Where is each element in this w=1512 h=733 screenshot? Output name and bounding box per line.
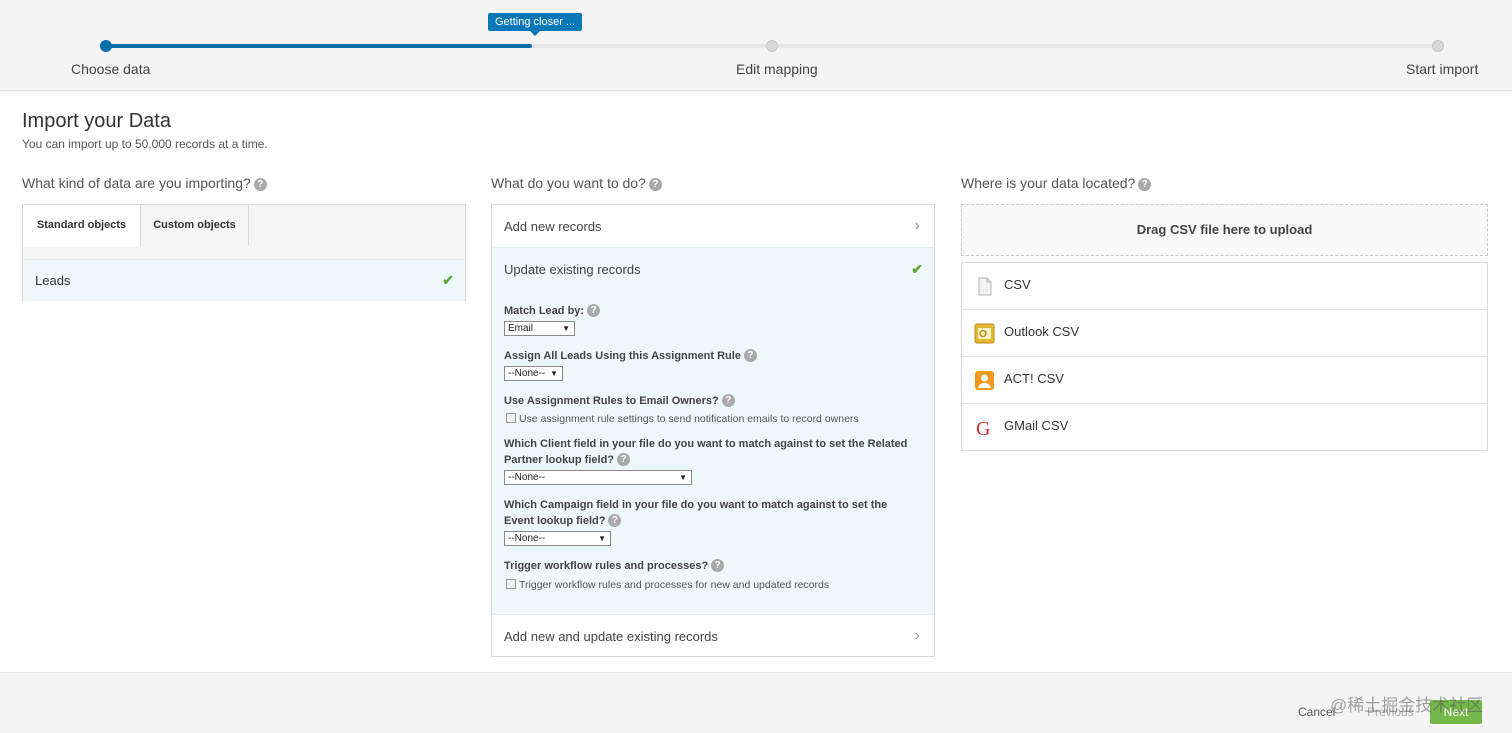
action-panel: Add new records › Update existing record… <box>491 204 935 657</box>
svg-text:G: G <box>976 418 990 438</box>
match-lead-label: Match Lead by:? <box>504 303 601 319</box>
dropdown-arrow-icon: ▼ <box>550 369 558 378</box>
gmail-icon: G <box>974 417 995 440</box>
source-item-csv[interactable]: CSV <box>962 263 1487 310</box>
workflow-option: Trigger workflow rules and processes for… <box>506 579 829 591</box>
option-label: Update existing records <box>504 262 641 277</box>
email-owners-checkbox-label: Use assignment rule settings to send not… <box>519 413 859 425</box>
source-item-label: ACT! CSV <box>1004 371 1064 386</box>
campaign-field-label-text: Which Campaign field in your file do you… <box>504 499 888 527</box>
step-dot-start-import <box>1432 40 1444 52</box>
chevron-right-icon: › <box>914 627 920 644</box>
progress-header: Getting closer ... Choose data Edit mapp… <box>0 0 1512 91</box>
source-heading: Where is your data located?? <box>961 175 1152 191</box>
campaign-field-select[interactable]: --None-- ▼ <box>504 531 611 546</box>
source-heading-text: Where is your data located? <box>961 175 1136 191</box>
source-list: CSV Outlook CSV ACT! CSV G GMail CSV <box>961 262 1488 451</box>
step-dot-choose-data <box>100 40 112 52</box>
progress-tooltip: Getting closer ... <box>488 13 583 36</box>
help-icon[interactable]: ? <box>743 349 757 362</box>
email-owners-checkbox[interactable] <box>506 413 516 423</box>
data-kind-heading: What kind of data are you importing?? <box>22 175 267 191</box>
source-item-gmail-csv[interactable]: G GMail CSV <box>962 404 1487 451</box>
csv-dropzone[interactable]: Drag CSV file here to upload <box>961 204 1488 256</box>
action-heading-text: What do you want to do? <box>491 175 646 191</box>
option-label: Add new and update existing records <box>504 629 718 644</box>
help-icon[interactable]: ? <box>721 394 735 407</box>
dropdown-arrow-icon: ▼ <box>679 473 687 482</box>
watermark: @稀土掘金技术社区 <box>1330 696 1484 715</box>
email-owners-label-text: Use Assignment Rules to Email Owners? <box>504 395 719 407</box>
source-item-act-csv[interactable]: ACT! CSV <box>962 357 1487 404</box>
source-item-outlook-csv[interactable]: Outlook CSV <box>962 310 1487 357</box>
client-field-label: Which Client field in your file do you w… <box>504 436 914 468</box>
step-label-start-import: Start import <box>1406 61 1479 77</box>
footer-bar: Cancel Previous Next @稀土掘金技术社区 <box>0 672 1512 733</box>
help-icon[interactable]: ? <box>608 514 622 527</box>
source-item-label: CSV <box>1004 277 1031 292</box>
data-kind-heading-text: What kind of data are you importing? <box>22 175 251 191</box>
email-owners-option: Use assignment rule settings to send not… <box>506 413 859 425</box>
outlook-icon <box>974 323 995 344</box>
client-field-select[interactable]: --None-- ▼ <box>504 470 692 485</box>
help-icon[interactable]: ? <box>587 304 601 317</box>
workflow-checkbox[interactable] <box>506 579 516 589</box>
email-owners-label: Use Assignment Rules to Email Owners?? <box>504 393 735 409</box>
checkmark-icon: ✔ <box>442 272 454 288</box>
help-icon[interactable]: ? <box>1138 178 1152 191</box>
csv-file-icon <box>974 276 995 297</box>
workflow-label: Trigger workflow rules and processes?? <box>504 558 725 574</box>
action-heading: What do you want to do?? <box>491 175 662 191</box>
step-dot-edit-mapping <box>766 40 778 52</box>
help-icon[interactable]: ? <box>617 453 631 466</box>
chevron-right-icon: › <box>914 217 920 234</box>
assignment-rule-label: Assign All Leads Using this Assignment R… <box>504 348 757 364</box>
client-field-label-text: Which Client field in your file do you w… <box>504 438 908 466</box>
help-icon[interactable]: ? <box>253 178 267 191</box>
tab-standard-objects[interactable]: Standard objects <box>23 205 141 247</box>
tab-custom-objects[interactable]: Custom objects <box>141 205 249 246</box>
object-tabs: Standard objects Custom objects <box>23 205 465 247</box>
step-label-choose-data: Choose data <box>71 61 151 77</box>
assignment-rule-value: --None-- <box>508 368 546 379</box>
client-field-value: --None-- <box>508 472 546 483</box>
workflow-checkbox-label: Trigger workflow rules and processes for… <box>519 579 830 591</box>
match-lead-select[interactable]: Email ▼ <box>504 321 575 336</box>
assignment-rule-select[interactable]: --None-- ▼ <box>504 366 563 381</box>
option-label: Add new records <box>504 219 602 234</box>
help-icon[interactable]: ? <box>711 559 725 572</box>
assignment-rule-label-text: Assign All Leads Using this Assignment R… <box>504 350 741 362</box>
progress-fill <box>106 44 533 48</box>
campaign-field-value: --None-- <box>508 533 546 544</box>
match-lead-value: Email <box>508 323 534 334</box>
dropdown-arrow-icon: ▼ <box>562 324 570 333</box>
step-label-edit-mapping: Edit mapping <box>736 61 818 77</box>
checkmark-icon: ✔ <box>911 261 923 277</box>
workflow-label-text: Trigger workflow rules and processes? <box>504 560 709 572</box>
source-item-label: GMail CSV <box>1004 418 1069 433</box>
data-kind-panel: Standard objects Custom objects Leads ✔ <box>22 204 466 301</box>
help-icon[interactable]: ? <box>648 178 662 191</box>
campaign-field-label: Which Campaign field in your file do you… <box>504 497 914 529</box>
page-subtitle: You can import up to 50,000 records at a… <box>22 137 268 151</box>
option-update-existing-records[interactable]: Update existing records ✔ Match Lead by:… <box>492 247 934 615</box>
option-add-and-update-records[interactable]: Add new and update existing records › <box>492 615 934 657</box>
match-lead-label-text: Match Lead by: <box>504 305 585 317</box>
dropdown-arrow-icon: ▼ <box>598 534 606 543</box>
page-title: Import your Data <box>22 110 171 132</box>
source-item-label: Outlook CSV <box>1004 324 1080 339</box>
act-contact-icon <box>974 370 995 391</box>
leads-label: Leads <box>35 273 71 288</box>
option-add-new-records[interactable]: Add new records › <box>492 205 934 247</box>
list-item-leads[interactable]: Leads ✔ <box>23 259 465 301</box>
